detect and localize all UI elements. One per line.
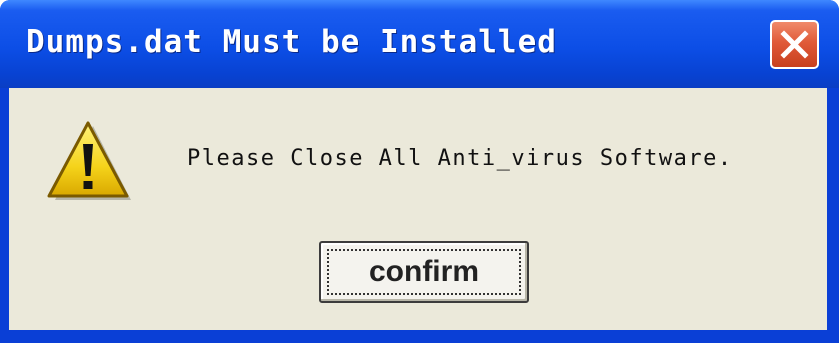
warning-icon (47, 121, 131, 200)
dialog-body: Please Close All Anti_virus Software. co… (9, 88, 827, 330)
dialog-message: Please Close All Anti_virus Software. (187, 146, 733, 171)
alert-dialog: Dumps.dat Must be Installed Please Close… (0, 0, 839, 343)
confirm-button[interactable]: confirm (319, 241, 529, 303)
close-icon (780, 30, 809, 59)
title-bar[interactable]: Dumps.dat Must be Installed (0, 0, 839, 88)
window-title: Dumps.dat Must be Installed (26, 24, 557, 60)
window-bottom-border (0, 330, 839, 343)
confirm-button-label: confirm (327, 249, 521, 295)
close-button[interactable] (770, 20, 819, 69)
